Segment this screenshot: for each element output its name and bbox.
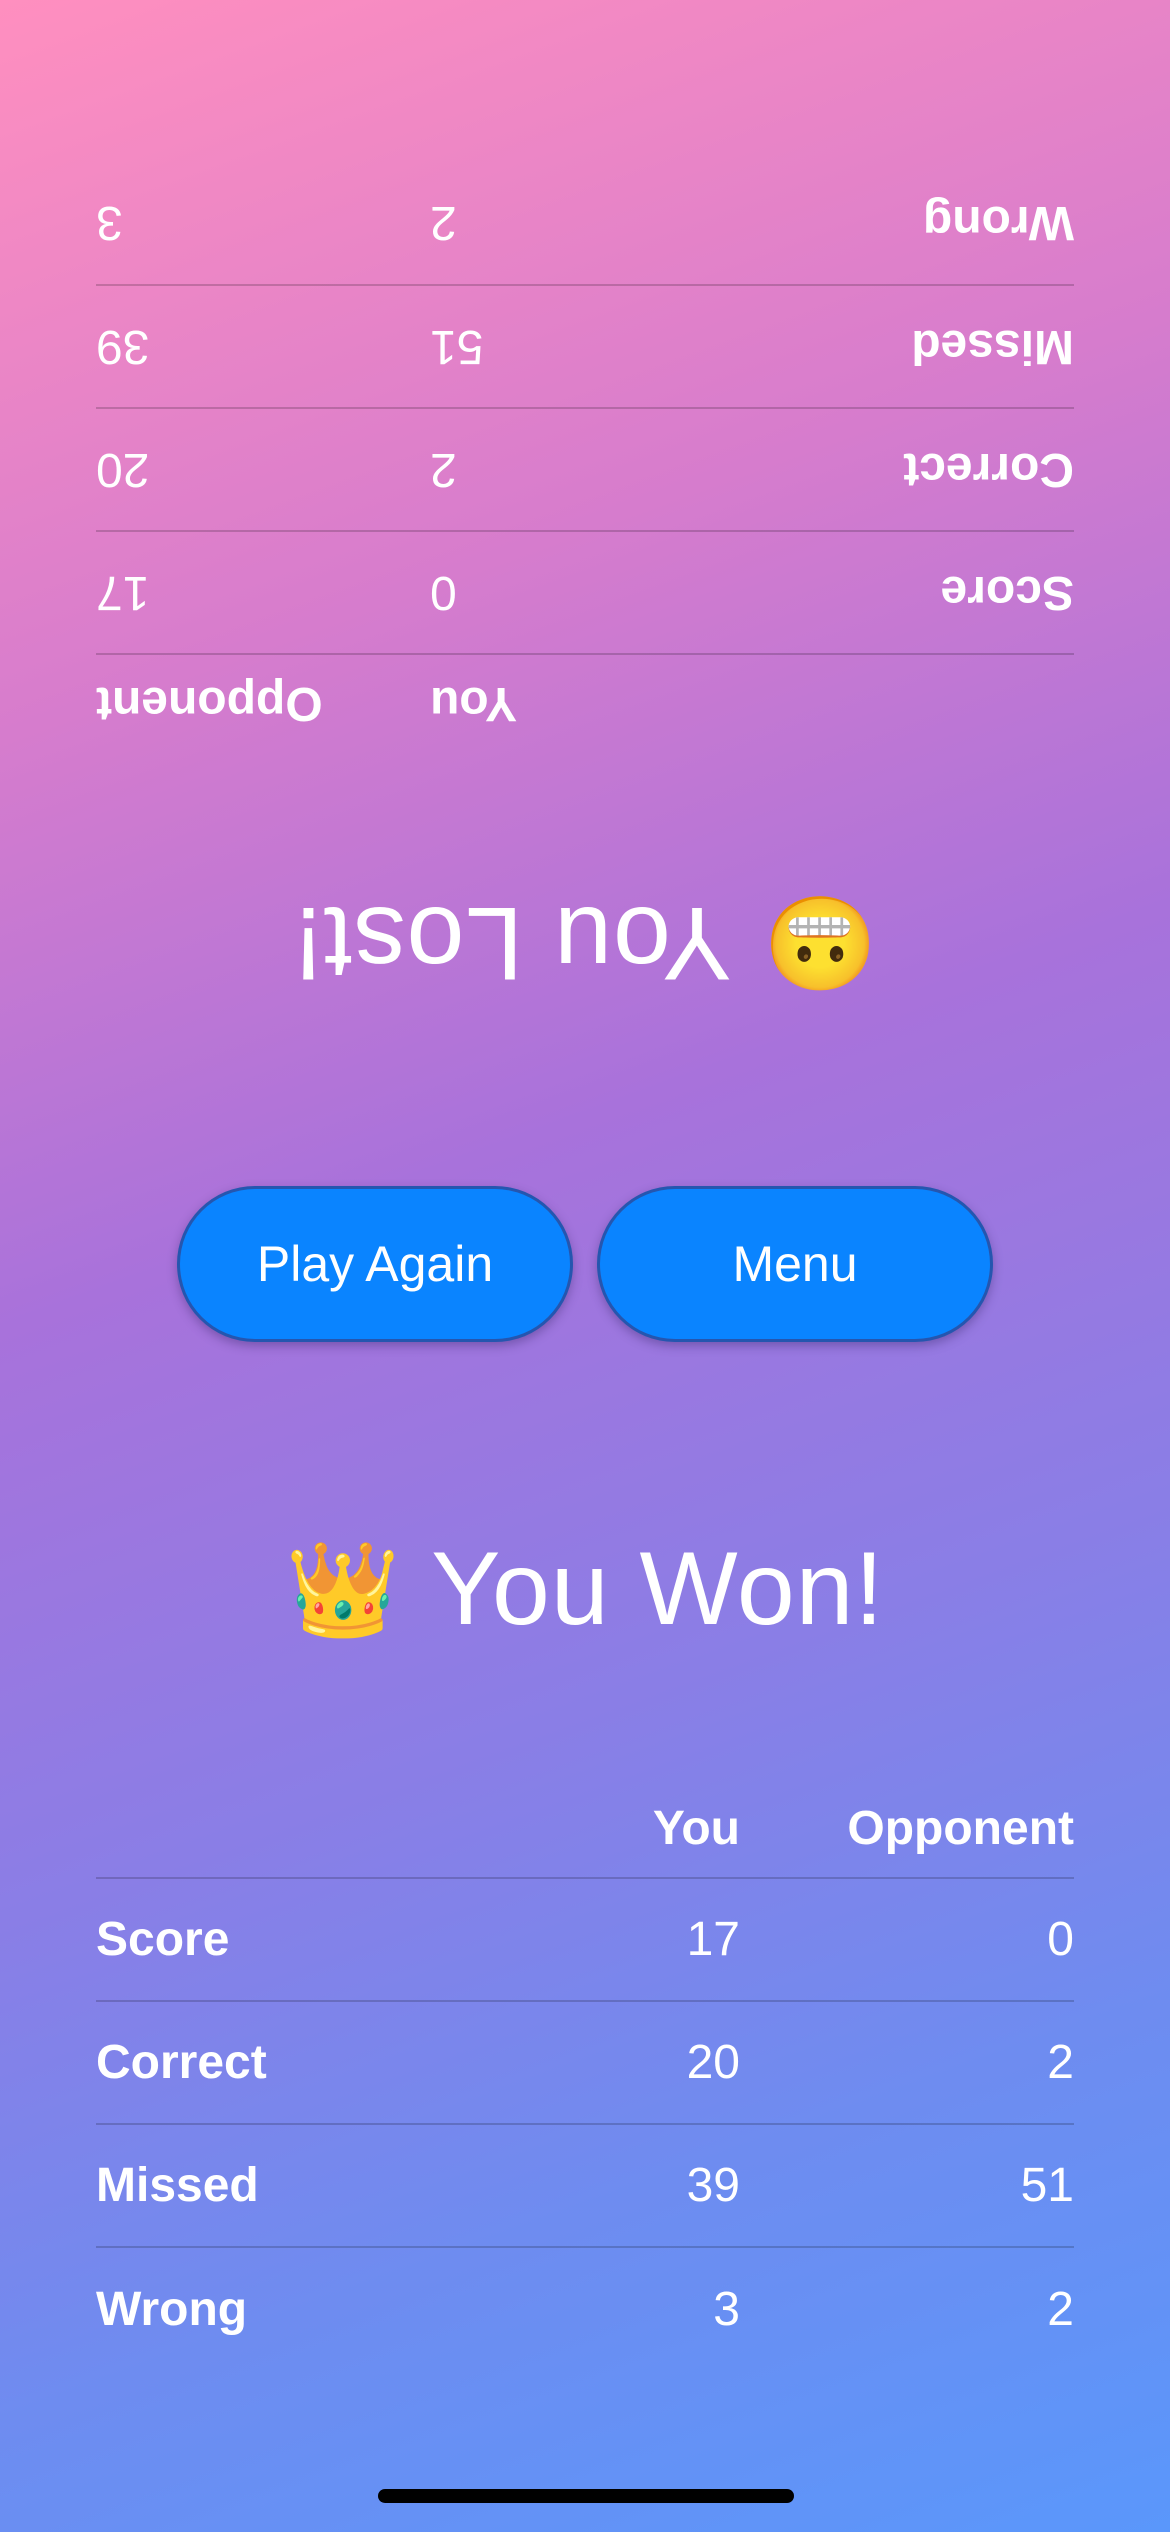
header-opponent: Opponent: [96, 677, 323, 731]
play-again-button[interactable]: Play Again: [177, 1186, 573, 1342]
row-you-value: 2: [430, 443, 457, 496]
opponent-result-panel: 😬 You Lost! You Opponent Score 0 17 Corr…: [0, 0, 1170, 1140]
row-opponent-value: 2: [1047, 2036, 1074, 2089]
row-you-value: 2: [430, 196, 457, 249]
row-label: Wrong: [922, 196, 1074, 249]
table-row: Missed 51 39: [96, 284, 1074, 407]
home-indicator[interactable]: [378, 2489, 794, 2503]
header-you: You: [652, 1801, 740, 1855]
table-row: Wrong 3 2: [96, 2248, 1074, 2371]
row-label: Score: [96, 1913, 230, 1966]
player-result-text: You Won!: [431, 1531, 885, 1647]
row-label: Correct: [96, 2036, 267, 2089]
row-you-value: 3: [713, 2283, 740, 2336]
row-you-value: 0: [430, 566, 457, 619]
row-label: Wrong: [96, 2283, 248, 2336]
table-row: Score 17 0: [96, 1879, 1074, 2002]
player-result-title: 👑 You Won!: [0, 1530, 1170, 1649]
row-label: Score: [940, 566, 1074, 619]
table-row: Score 0 17: [96, 530, 1074, 653]
row-opponent-value: 0: [1047, 1913, 1074, 1966]
menu-button[interactable]: Menu: [597, 1186, 993, 1342]
action-buttons: Play Again Menu: [0, 1186, 1170, 1342]
row-you-value: 39: [686, 2159, 740, 2212]
row-opponent-value: 3: [96, 196, 123, 249]
row-opponent-value: 17: [96, 566, 150, 619]
row-you-value: 17: [686, 1913, 740, 1966]
row-you-value: 51: [430, 320, 484, 373]
opponent-stats-header: You Opponent: [96, 653, 1074, 753]
player-stats-table: You Opponent Score 17 0 Correct 20 2 Mis…: [96, 1779, 1074, 2371]
row-label: Correct: [903, 443, 1074, 496]
row-opponent-value: 20: [96, 443, 150, 496]
header-you: You: [430, 677, 518, 731]
table-row: Correct 2 20: [96, 407, 1074, 530]
opponent-stats-table: You Opponent Score 0 17 Correct 2 20 Mis…: [96, 161, 1074, 753]
table-row: Correct 20 2: [96, 2002, 1074, 2125]
row-label: Missed: [911, 320, 1074, 373]
player-result-panel: 👑 You Won! You Opponent Score 17 0 Corre…: [0, 1392, 1170, 2532]
table-row: Wrong 2 3: [96, 161, 1074, 284]
opponent-result-title: 😬 You Lost!: [0, 883, 1170, 1002]
header-opponent: Opponent: [847, 1801, 1074, 1855]
row-opponent-value: 51: [1020, 2159, 1074, 2212]
row-label: Missed: [96, 2159, 259, 2212]
row-opponent-value: 2: [1047, 2283, 1074, 2336]
row-you-value: 20: [686, 2036, 740, 2089]
grimace-emoji-icon: 😬: [761, 889, 878, 997]
crown-emoji-icon: 👑: [285, 1535, 402, 1643]
table-row: Missed 39 51: [96, 2125, 1074, 2248]
opponent-result-text: You Lost!: [292, 885, 732, 1001]
player-stats-header: You Opponent: [96, 1779, 1074, 1879]
row-opponent-value: 39: [96, 320, 150, 373]
